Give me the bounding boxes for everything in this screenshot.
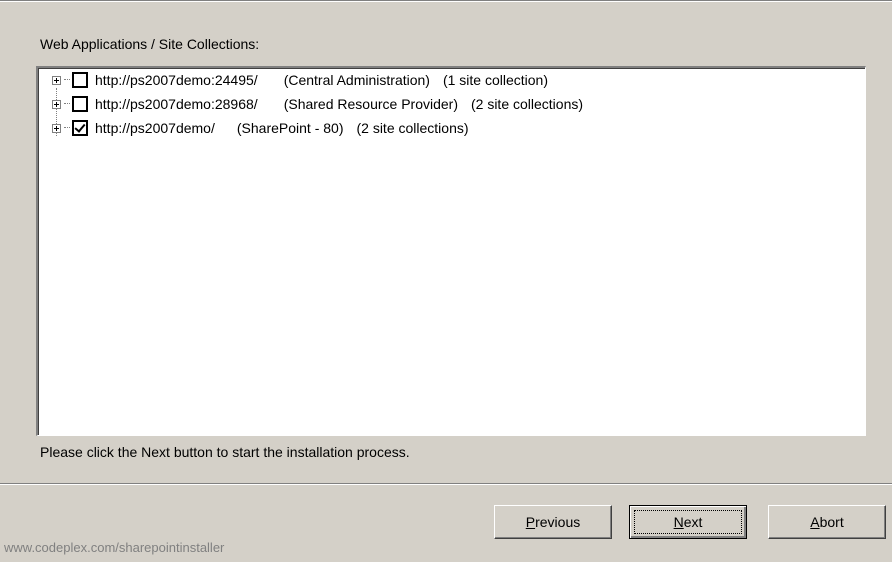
installer-dialog: Web Applications / Site Collections: htt… [0,0,892,562]
site-collections-tree[interactable]: http://ps2007demo:24495/ (Central Admini… [36,66,866,436]
previous-label: revious [535,514,581,530]
status-message: Please click the Next button to start th… [40,444,410,460]
tree-item-name: (Central Administration) [283,72,430,88]
abort-accelerator: A [810,514,820,530]
tree-item-url: http://ps2007demo:24495/ [95,72,258,88]
tree-item-name: (SharePoint - 80) [236,120,344,136]
tree-item-count: (1 site collection) [442,72,549,88]
tree-dots [64,127,70,129]
tree-item-name: (Shared Resource Provider) [283,96,458,112]
top-divider-highlight [0,1,892,2]
tree-item-url: http://ps2007demo/ [95,120,215,136]
checkbox-central-admin[interactable] [72,72,88,88]
footer-url: www.codeplex.com/sharepointinstaller [4,540,225,555]
tree-item-url: http://ps2007demo:28968/ [95,96,258,112]
next-button[interactable]: Next [629,505,747,539]
button-area-divider-highlight [0,484,892,485]
expand-plus-icon[interactable] [52,75,61,85]
tree-dots [64,103,70,105]
web-apps-label: Web Applications / Site Collections: [40,36,260,52]
abort-button[interactable]: Abort [768,505,886,539]
previous-button[interactable]: Previous [494,505,612,539]
checkbox-shared-resource[interactable] [72,96,88,112]
tree-item-central-admin[interactable]: http://ps2007demo:24495/ (Central Admini… [52,70,548,90]
checkbox-sharepoint-80[interactable] [72,120,88,136]
tree-item-sharepoint-80[interactable]: http://ps2007demo/ (SharePoint - 80) (2 … [52,118,469,138]
tree-item-count: (2 site collections) [356,120,469,136]
tree-dots [64,79,70,81]
focus-rectangle [634,510,742,534]
tree-item-shared-resource[interactable]: http://ps2007demo:28968/ (Shared Resourc… [52,94,583,114]
abort-label: bort [819,514,844,530]
expand-plus-icon[interactable] [52,99,61,109]
previous-accelerator: P [525,514,536,530]
tree-item-count: (2 site collections) [470,96,584,112]
expand-plus-icon[interactable] [52,123,61,133]
